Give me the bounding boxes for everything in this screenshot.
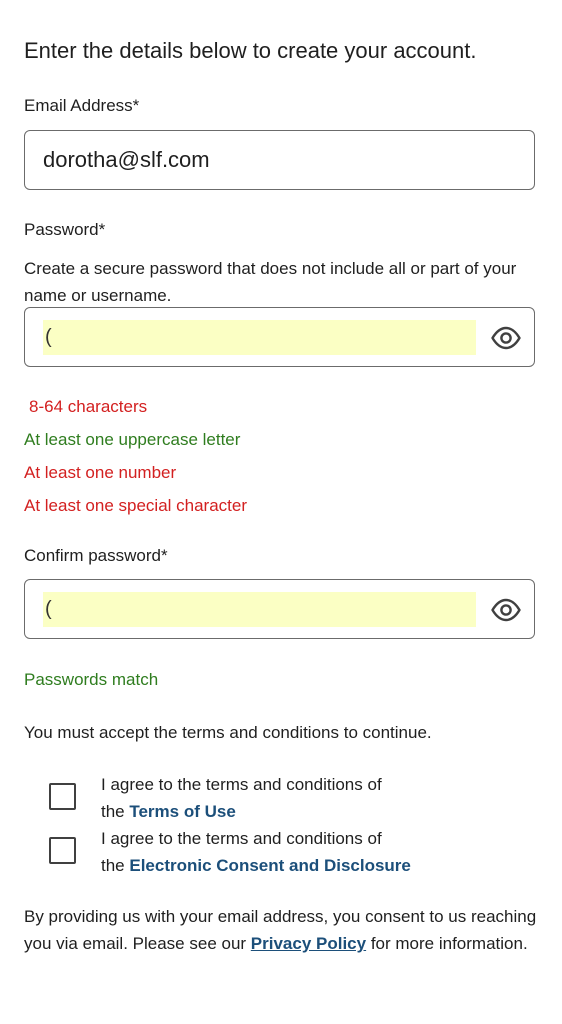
password-rule: At least one uppercase letter [24, 430, 241, 449]
terms-note: You must accept the terms and conditions… [24, 723, 432, 742]
password-field[interactable]: ( [24, 307, 535, 367]
terms-of-use-prefix: the [101, 802, 130, 821]
password-help-text: Create a secure password that does not i… [24, 259, 517, 305]
autofill-highlight [43, 592, 476, 627]
electronic-consent-link[interactable]: Electronic Consent and Disclosure [129, 856, 411, 875]
eye-icon[interactable] [490, 322, 522, 354]
intro-text: Enter the details below to create your a… [24, 38, 477, 63]
password-label: Password* [24, 220, 106, 239]
privacy-policy-link[interactable]: Privacy Policy [251, 934, 366, 953]
eye-icon[interactable] [490, 594, 522, 626]
consent-text-after: for more information. [366, 934, 528, 953]
terms-of-use-checkbox[interactable] [49, 783, 76, 810]
electronic-consent-prefix: the [101, 856, 130, 875]
email-label: Email Address* [24, 96, 140, 115]
confirm-password-value: ( [45, 598, 52, 620]
email-consent-text: By providing us with your email address,… [24, 903, 538, 957]
electronic-consent-line1: I agree to the terms and conditions of [101, 829, 382, 848]
confirm-password-label: Confirm password* [24, 546, 168, 565]
confirm-password-field[interactable]: ( [24, 579, 535, 639]
terms-of-use-line1: I agree to the terms and conditions of [101, 775, 382, 794]
terms-of-use-text: I agree to the terms and conditions of t… [101, 771, 382, 825]
password-rule: 8-64 characters [29, 397, 148, 416]
password-rule: At least one number [24, 463, 177, 482]
electronic-consent-text: I agree to the terms and conditions of t… [101, 825, 411, 879]
email-value: dorotha@slf.com [43, 147, 210, 172]
password-value: ( [45, 326, 52, 348]
electronic-consent-checkbox[interactable] [49, 837, 76, 864]
passwords-match-text: Passwords match [24, 670, 159, 689]
terms-of-use-link[interactable]: Terms of Use [129, 802, 235, 821]
password-rule: At least one special character [24, 496, 248, 515]
autofill-highlight [43, 320, 476, 355]
email-field[interactable]: dorotha@slf.com [24, 130, 535, 190]
